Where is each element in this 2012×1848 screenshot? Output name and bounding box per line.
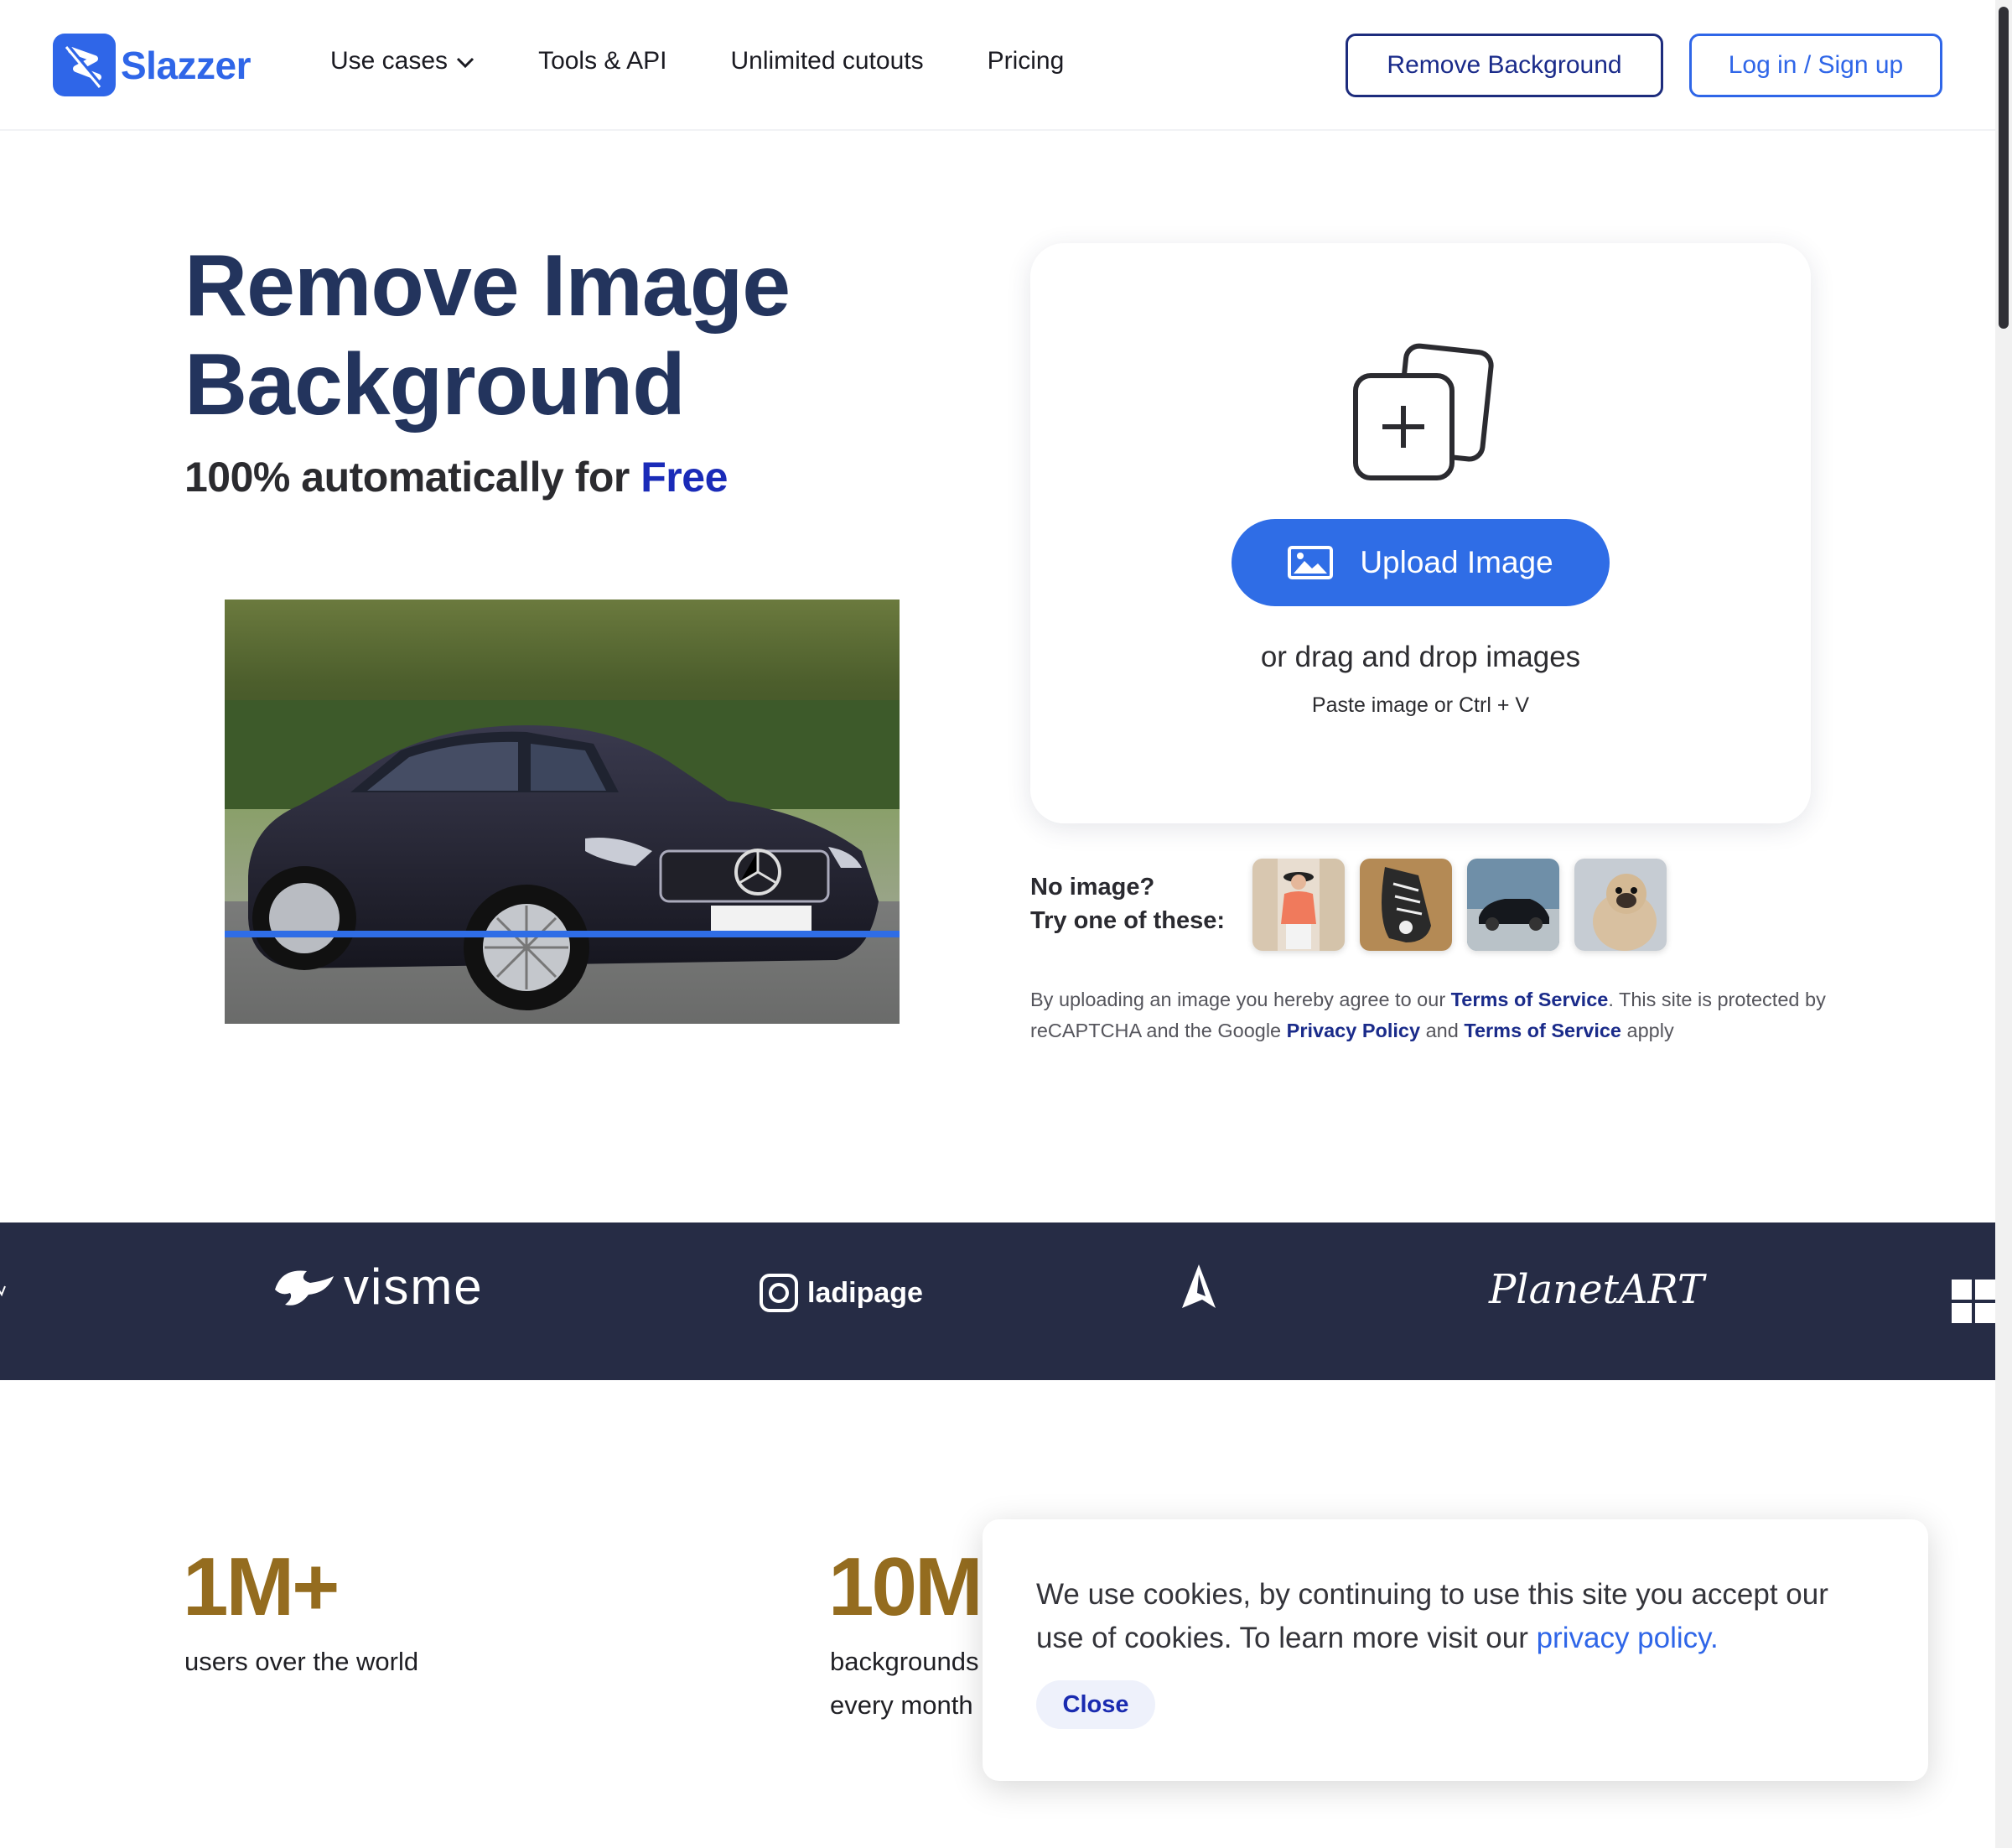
legal-text: and	[1420, 1020, 1465, 1041]
main-nav: Use cases Tools & API Unlimited cutouts …	[330, 47, 1128, 75]
partial-logo	[0, 1283, 7, 1303]
stat-label-line: backgrounds	[830, 1647, 979, 1676]
legal-text: apply	[1621, 1020, 1674, 1041]
nav-pricing[interactable]: Pricing	[988, 47, 1065, 75]
triangle-brand-logo	[1180, 1263, 1217, 1310]
sample-car-thumbnail[interactable]	[1467, 859, 1559, 951]
cookie-privacy-link[interactable]: privacy policy.	[1537, 1622, 1719, 1654]
stat-users-value: 1M+	[183, 1540, 340, 1633]
brand-name: Slazzer	[121, 43, 252, 87]
upload-image-button[interactable]: Upload Image	[1232, 519, 1610, 606]
ladipage-logo: ladipage	[759, 1273, 923, 1313]
google-terms-link[interactable]: Terms of Service	[1464, 1020, 1621, 1041]
visme-logo: visme	[273, 1258, 484, 1316]
nav-label: Use cases	[330, 47, 449, 75]
upload-dropzone[interactable]: Upload Image or drag and drop images Pas…	[1030, 243, 1811, 823]
remove-background-button[interactable]: Remove Background	[1346, 34, 1663, 97]
hero-subtitle-text: 100% automatically for	[184, 454, 641, 501]
stat-backgrounds-label: backgrounds every month	[830, 1640, 979, 1727]
sample-label-line1: No image?	[1030, 874, 1155, 901]
add-image-stack-icon	[1351, 342, 1494, 485]
drag-drop-text: or drag and drop images	[1260, 641, 1581, 673]
nav-tools-api[interactable]: Tools & API	[538, 47, 666, 75]
paste-hint: Paste image or Ctrl + V	[1311, 693, 1530, 717]
image-icon	[1288, 546, 1334, 579]
windows-logo	[1952, 1280, 1995, 1323]
cookie-close-button[interactable]: Close	[1036, 1680, 1155, 1729]
hero-title: Remove Image Background	[184, 236, 939, 434]
sample-label-line2: Try one of these:	[1030, 907, 1226, 934]
nav-use-cases[interactable]: Use cases	[330, 47, 474, 75]
visme-bird-icon	[275, 1269, 334, 1306]
stat-users-label: users over the world	[184, 1640, 418, 1684]
slazzer-logo-icon	[53, 34, 116, 96]
sample-pug-thumbnail[interactable]	[1574, 859, 1667, 951]
stat-label-line: users over the world	[184, 1647, 419, 1676]
cookie-banner: We use cookies, by continuing to use thi…	[983, 1519, 1928, 1781]
ladipage-wordmark: ladipage	[807, 1276, 923, 1309]
demo-car-image	[225, 600, 900, 1024]
nav-unlimited-cutouts[interactable]: Unlimited cutouts	[730, 47, 923, 75]
visme-wordmark: visme	[344, 1259, 484, 1315]
planetart-logo: PlanetART	[1489, 1266, 1704, 1313]
ladipage-icon	[760, 1274, 798, 1312]
terms-of-service-link[interactable]: Terms of Service	[1451, 989, 1609, 1010]
sample-sneaker-thumbnail[interactable]	[1360, 859, 1452, 951]
sample-images	[1252, 859, 1682, 951]
chevron-down-icon	[456, 47, 474, 75]
hero-title-line2: Background	[184, 336, 686, 433]
site-header: Slazzer Use cases Tools & API Unlimited …	[0, 0, 1995, 131]
hero-title-line1: Remove Image	[184, 237, 791, 335]
legal-notice: By uploading an image you hereby agree t…	[1030, 984, 1835, 1046]
scrollbar-thumb[interactable]	[1999, 7, 2009, 329]
sample-woman-thumbnail[interactable]	[1252, 859, 1345, 951]
partner-logos-band: visme ladipage PlanetART	[0, 1222, 1995, 1380]
upload-button-label: Upload Image	[1360, 545, 1553, 579]
cookie-message: We use cookies, by continuing to use thi…	[1036, 1573, 1883, 1660]
stat-label-line: every month	[830, 1690, 973, 1720]
hero-subtitle-free: Free	[640, 454, 728, 501]
slazzer-logo[interactable]: Slazzer	[53, 34, 252, 96]
hero-subtitle: 100% automatically for Free	[184, 453, 728, 501]
legal-text: By uploading an image you hereby agree t…	[1030, 989, 1451, 1010]
privacy-policy-link[interactable]: Privacy Policy	[1287, 1020, 1420, 1041]
sample-images-label: No image? Try one of these:	[1030, 870, 1225, 937]
login-signup-button[interactable]: Log in / Sign up	[1689, 34, 1942, 97]
